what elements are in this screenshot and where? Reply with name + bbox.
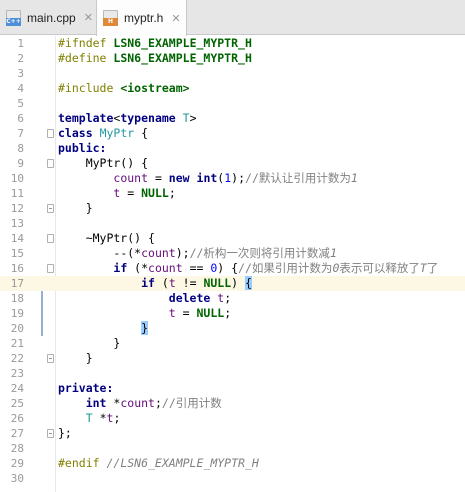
fold-icon[interactable]: [47, 264, 54, 273]
line-number: 4: [17, 82, 24, 95]
code-line: 13: [0, 216, 465, 231]
code-line: 22 }: [0, 351, 465, 366]
matched-brace: {: [245, 276, 252, 290]
close-icon[interactable]: ✕: [171, 12, 180, 25]
line-number: 14: [10, 232, 24, 245]
code-line: 25 int *count;//引用计数: [0, 396, 465, 411]
line-number: 2: [17, 52, 24, 65]
line-number: 23: [10, 367, 24, 380]
line-number: 26: [10, 412, 24, 425]
line-number: 12: [10, 202, 24, 215]
code-line: 8 public:: [0, 141, 465, 156]
fold-icon[interactable]: [47, 429, 54, 438]
code-editor[interactable]: 1 #ifndef LSN6_EXAMPLE_MYPTR_H 2 #define…: [0, 36, 465, 492]
code-line: 30: [0, 471, 465, 486]
fold-icon[interactable]: [47, 354, 54, 363]
fold-icon[interactable]: [47, 234, 54, 243]
code-line: 26 T *t;: [0, 411, 465, 426]
code-line: 5: [0, 96, 465, 111]
code-line: 4 #include <iostream>: [0, 81, 465, 96]
line-number: 16: [10, 262, 24, 275]
line-number: 18: [10, 292, 24, 305]
line-number: 24: [10, 382, 24, 395]
code-line: 9 MyPtr() {: [0, 156, 465, 171]
tab-label: myptr.h: [124, 11, 164, 25]
code-line: 16 if (*count == 0) {//如果引用计数为0表示可以释放了T了: [0, 261, 465, 276]
code-line: 20 }: [0, 321, 465, 336]
line-number: 17: [10, 277, 24, 290]
code-line: 18 delete t;: [0, 291, 465, 306]
code-line: 11 t = NULL;: [0, 186, 465, 201]
code-line: 23: [0, 366, 465, 381]
tab-label: main.cpp: [27, 10, 76, 25]
matched-brace: }: [141, 321, 149, 335]
line-number: 22: [10, 352, 24, 365]
line-number: 30: [10, 472, 24, 485]
line-number: 11: [10, 187, 24, 200]
line-number: 25: [10, 397, 24, 410]
code-line: 19 t = NULL;: [0, 306, 465, 321]
code-line: 24 private:: [0, 381, 465, 396]
code-line: 7 class MyPtr {: [0, 126, 465, 141]
editor-tab-bar: C++ main.cpp ✕ H myptr.h ✕: [0, 0, 465, 36]
line-number: 19: [10, 307, 24, 320]
line-number: 21: [10, 337, 24, 350]
line-number: 28: [10, 442, 24, 455]
line-number: 3: [17, 67, 24, 80]
code-line: 21 }: [0, 336, 465, 351]
code-line: 27 };: [0, 426, 465, 441]
code-line: 3: [0, 66, 465, 81]
code-line-current: 17 if (t != NULL) {: [0, 276, 465, 291]
fold-icon[interactable]: [47, 159, 54, 168]
code-line: 10 count = new int(1);//默认让引用计数为1: [0, 171, 465, 186]
line-number: 1: [17, 37, 24, 50]
code-line: 2 #define LSN6_EXAMPLE_MYPTR_H: [0, 51, 465, 66]
code-line: 29 #endif //LSN6_EXAMPLE_MYPTR_H: [0, 456, 465, 471]
line-number: 7: [17, 127, 24, 140]
line-number: 13: [10, 217, 24, 230]
code-line: 1 #ifndef LSN6_EXAMPLE_MYPTR_H: [0, 36, 465, 51]
line-number: 27: [10, 427, 24, 440]
line-number: 6: [17, 112, 24, 125]
code-line: 28: [0, 441, 465, 456]
line-number: 15: [10, 247, 24, 260]
line-number: 5: [17, 97, 24, 110]
fold-icon[interactable]: [47, 129, 54, 138]
line-number: 10: [10, 172, 24, 185]
line-number: 9: [17, 157, 24, 170]
code-line: 15 --(*count);//析构一次则将引用计数减1: [0, 246, 465, 261]
tab-myptr-h[interactable]: H myptr.h ✕: [96, 0, 187, 36]
code-line: 14 ~MyPtr() {: [0, 231, 465, 246]
line-number: 29: [10, 457, 24, 470]
cpp-file-icon: C++: [6, 9, 21, 26]
fold-icon[interactable]: [47, 204, 54, 213]
code-line: 12 }: [0, 201, 465, 216]
line-number: 20: [10, 322, 24, 335]
tab-main-cpp[interactable]: C++ main.cpp ✕: [0, 0, 95, 35]
code-line: 6 template<typename T>: [0, 111, 465, 126]
close-icon[interactable]: ✕: [84, 11, 93, 24]
header-file-icon: H: [103, 10, 118, 26]
line-number: 8: [17, 142, 24, 155]
